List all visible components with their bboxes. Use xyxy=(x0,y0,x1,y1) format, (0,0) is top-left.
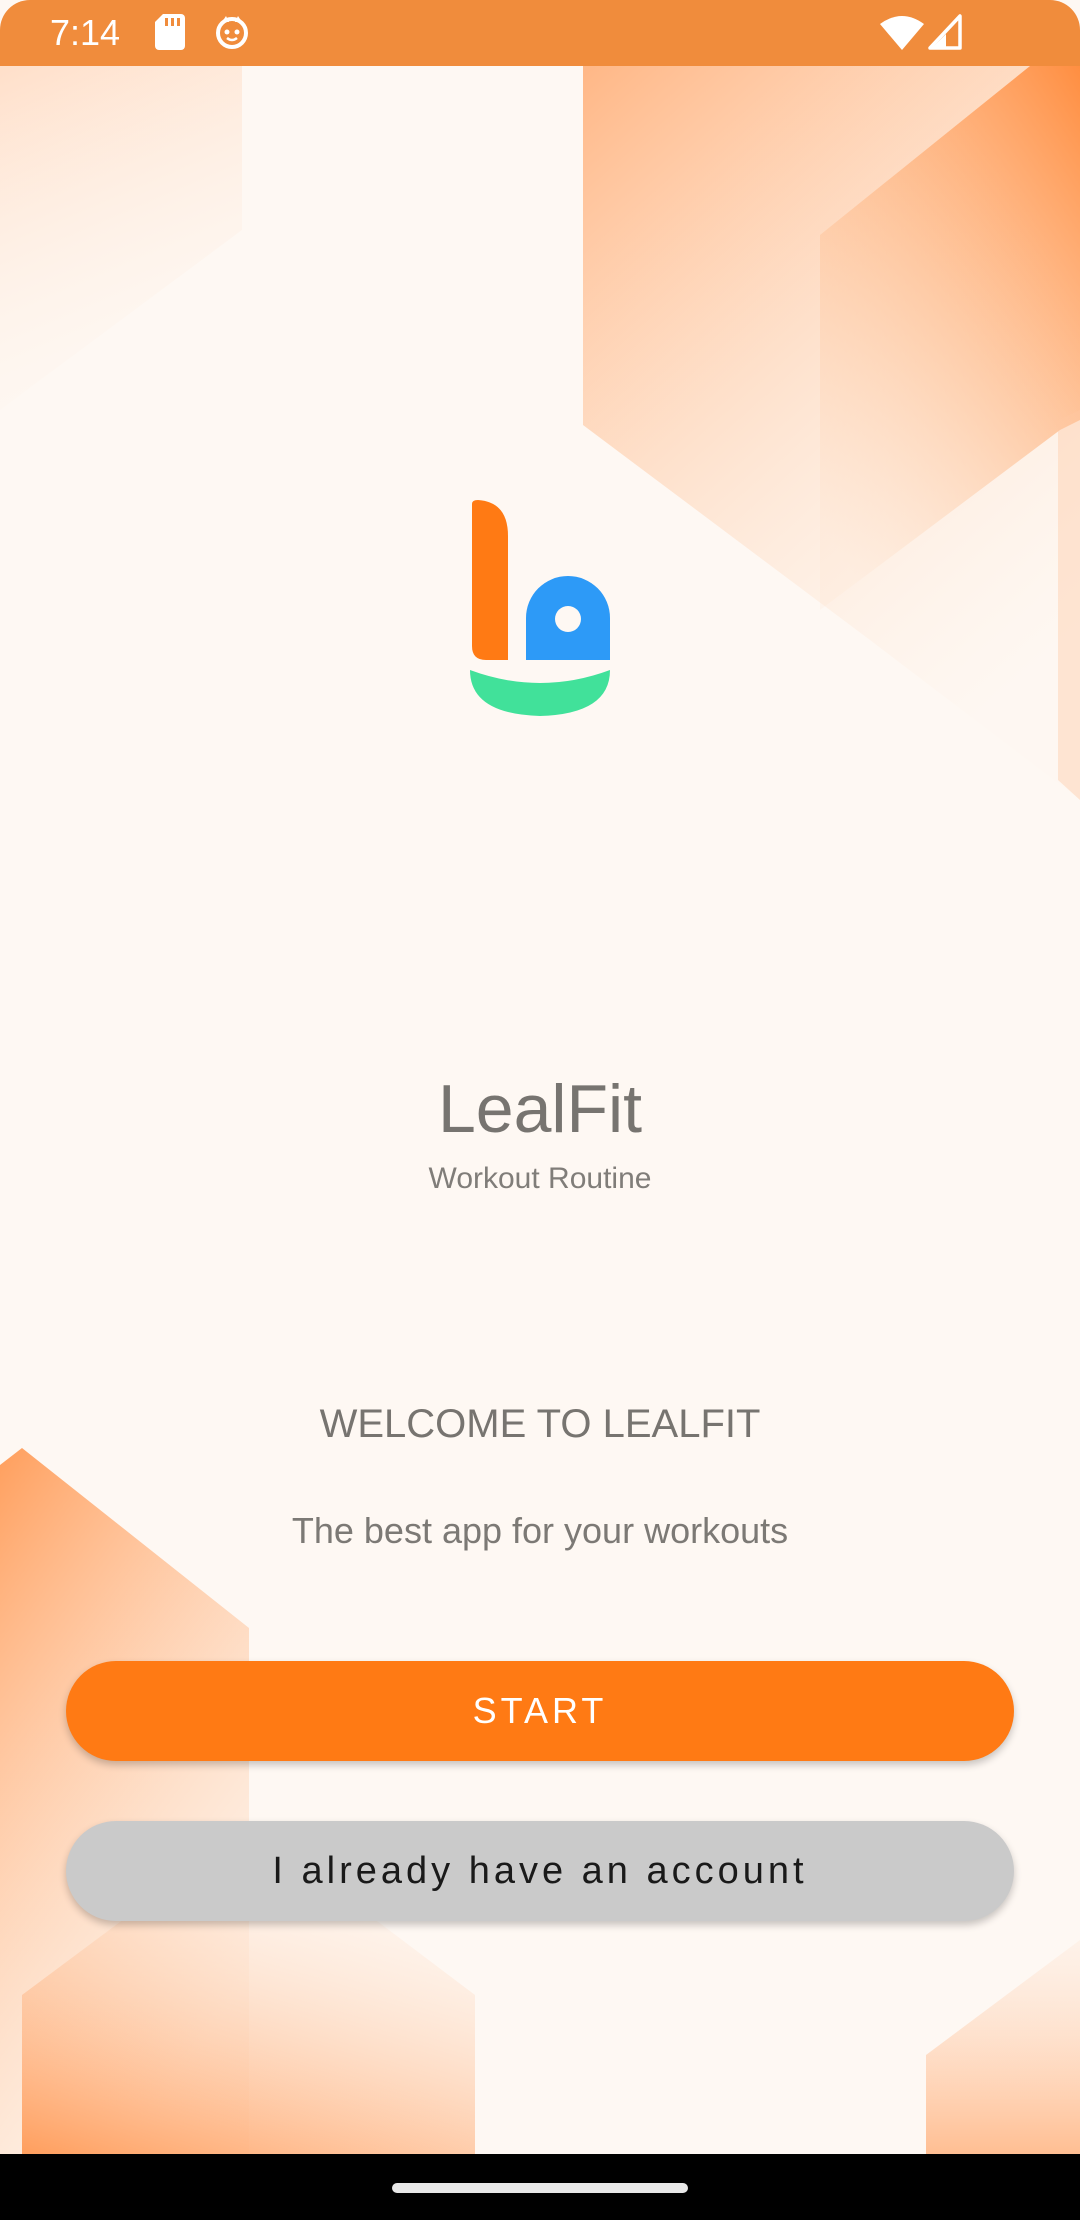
existing-account-button[interactable]: I already have an account xyxy=(66,1821,1014,1921)
lealfit-logo xyxy=(470,500,610,716)
welcome-heading: WELCOME TO LEALFIT xyxy=(319,1402,761,1446)
start-button[interactable]: START xyxy=(66,1661,1014,1761)
cat-notification-icon xyxy=(216,16,248,49)
signal-icon xyxy=(928,14,962,50)
home-gesture-handle[interactable] xyxy=(392,2183,688,2193)
wifi-icon xyxy=(880,16,924,50)
welcome-tagline: The best app for your workouts xyxy=(291,1510,789,1551)
app-name: LealFit xyxy=(437,1071,643,1147)
status-bar: 7:14 xyxy=(0,0,1080,66)
app-subtitle: Workout Routine xyxy=(428,1162,652,1195)
welcome-screen: 7:14 LealFit Workout Routine WELCOME TO … xyxy=(0,0,1080,2220)
status-time: 7:14 xyxy=(50,12,121,53)
sd-card-icon xyxy=(155,14,185,50)
